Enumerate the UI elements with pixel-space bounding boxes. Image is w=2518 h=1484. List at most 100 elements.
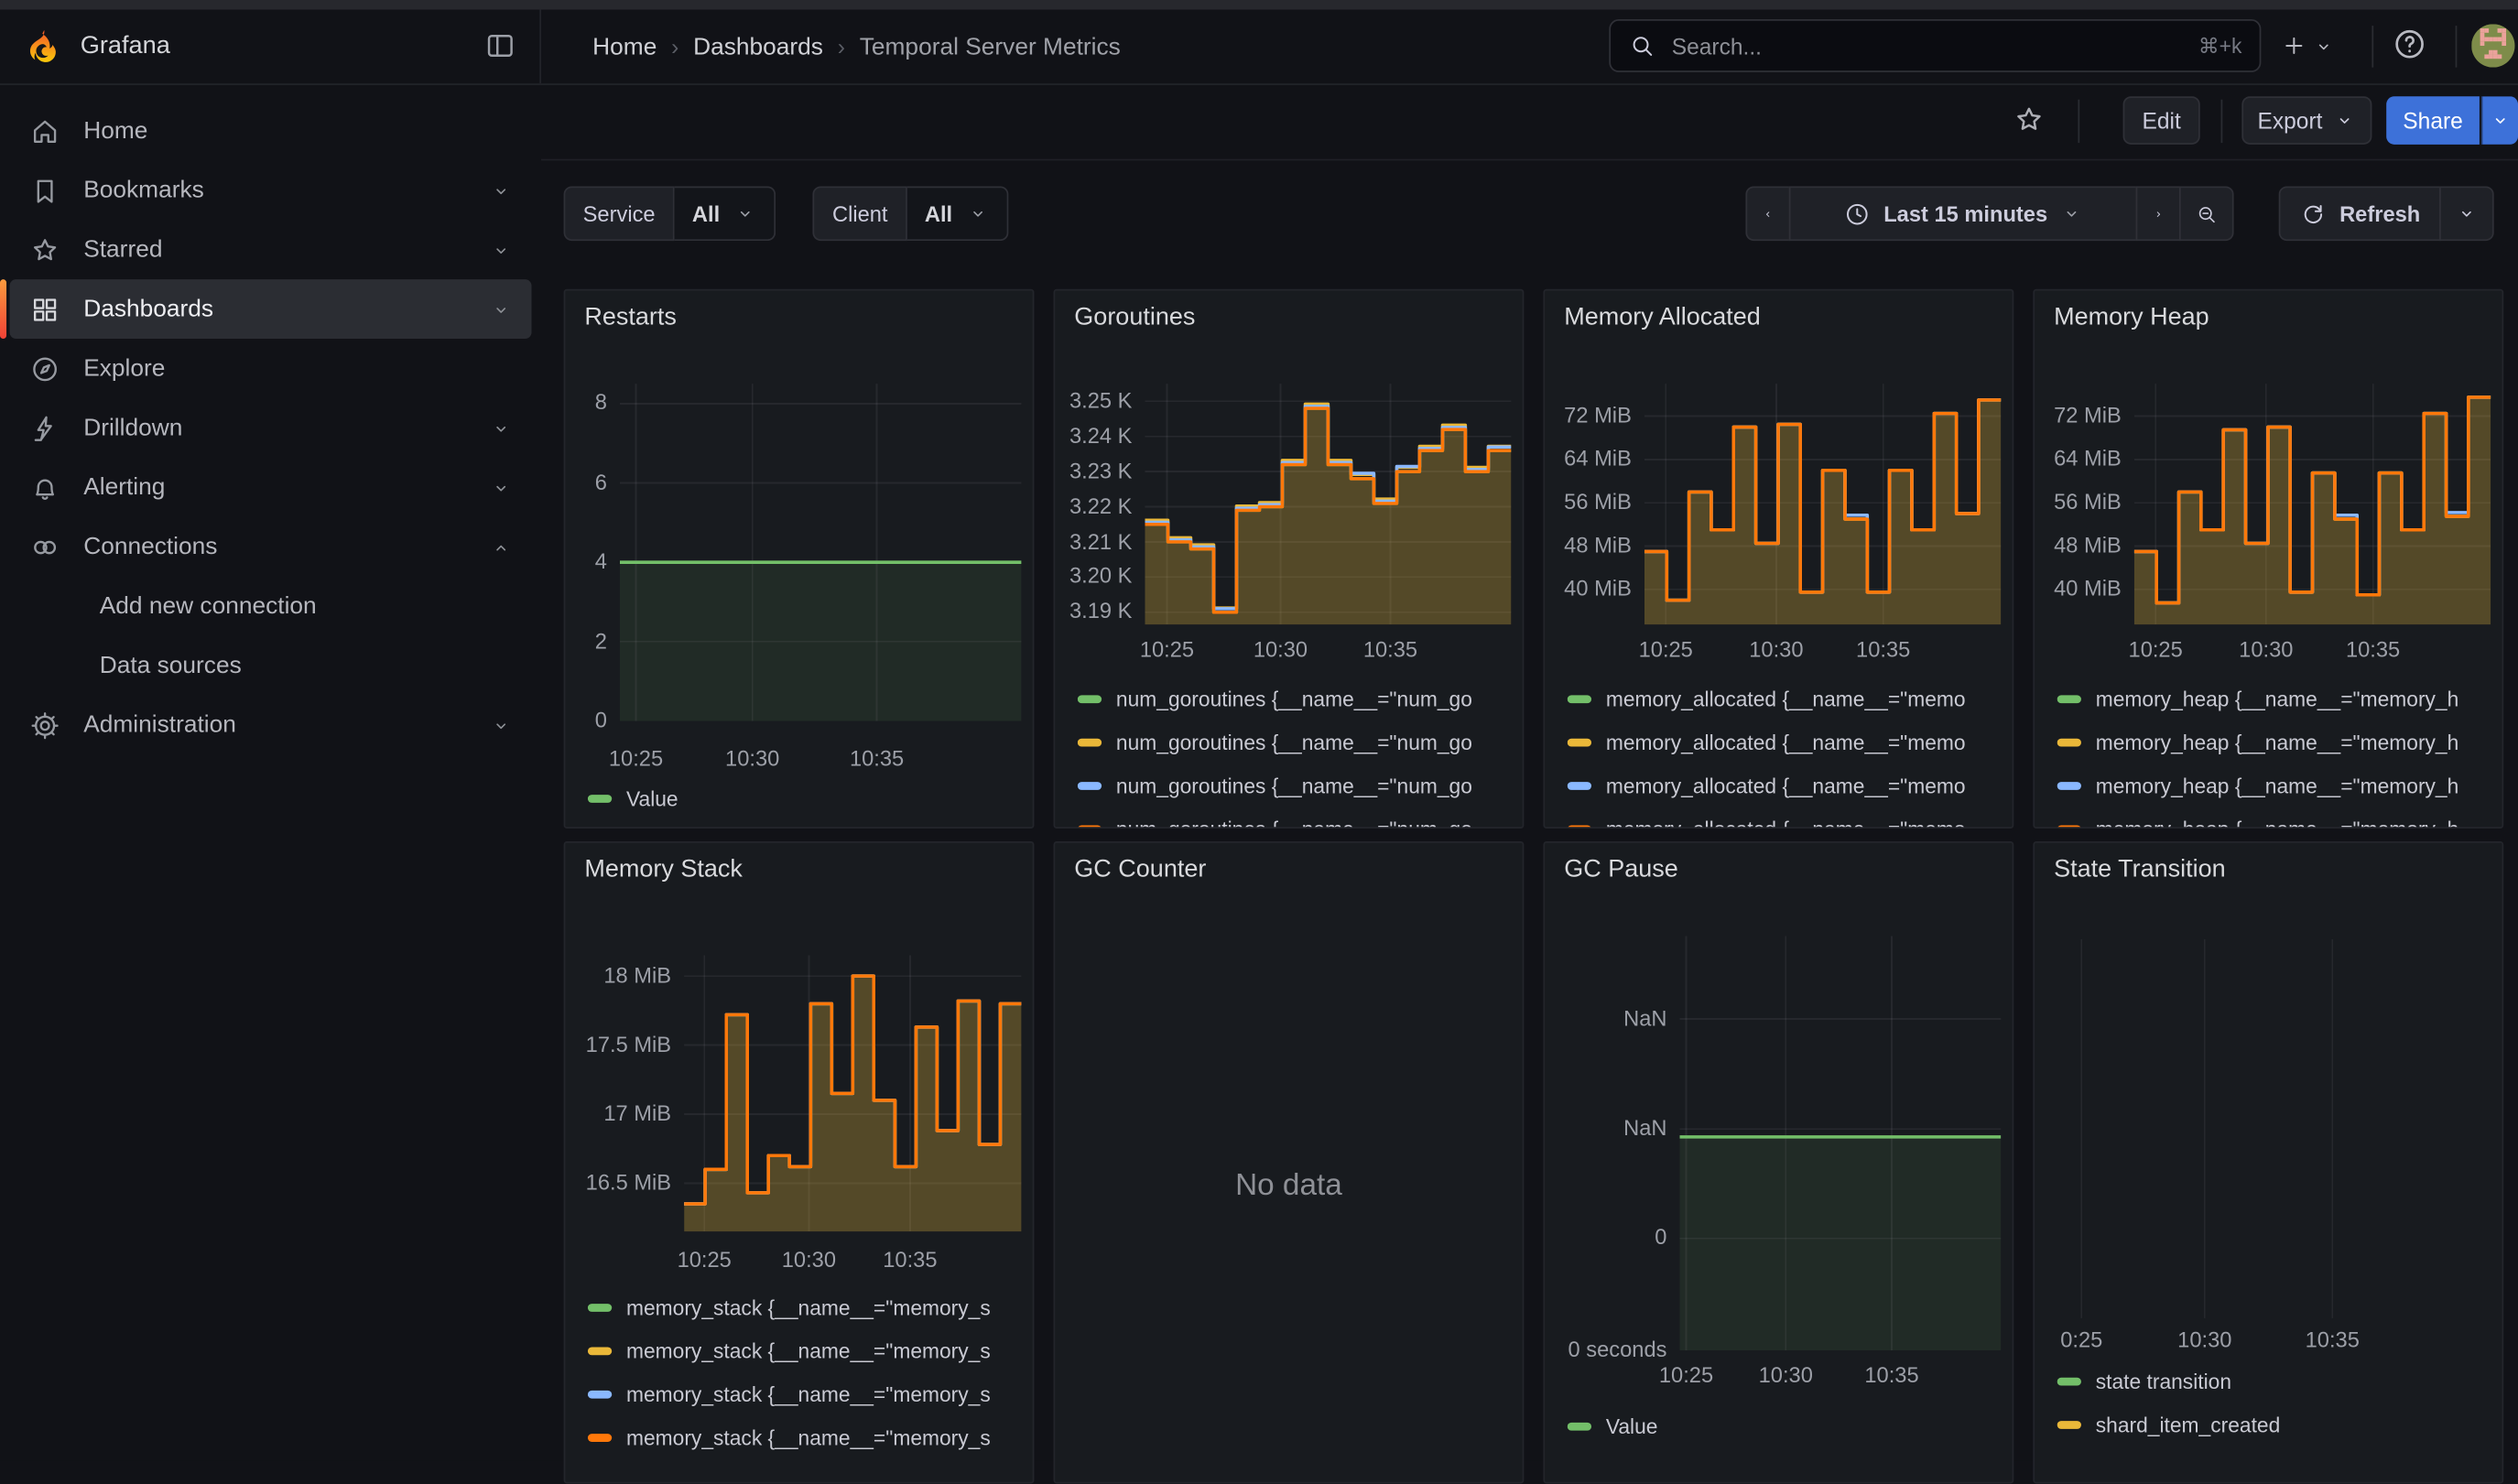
legend-label: memory_allocated {__name__="memo xyxy=(1606,688,1966,711)
breadcrumb: Home›Dashboards›Temporal Server Metrics xyxy=(592,10,1121,84)
legend-item[interactable]: memory_stack {__name__="memory_s xyxy=(588,1382,991,1406)
legend-item[interactable]: memory_allocated {__name__="memo xyxy=(1568,774,1966,797)
x-axis-tick: 10:30 xyxy=(2239,637,2293,661)
panel-left-icon[interactable] xyxy=(483,29,517,63)
sidebar-item-administration[interactable]: Administration xyxy=(10,695,532,754)
refresh-controls: Refresh xyxy=(2279,186,2494,241)
search-box[interactable]: ⌘+k xyxy=(1609,19,2261,72)
panel-title[interactable]: Goroutines xyxy=(1074,303,1195,332)
sidebar-item-home[interactable]: Home xyxy=(10,101,532,160)
chevron-down-icon[interactable] xyxy=(490,417,513,439)
legend-item[interactable]: memory_heap {__name__="memory_h xyxy=(2057,774,2459,797)
sidebar-item-label: Starred xyxy=(83,236,490,264)
legend-item[interactable]: memory_heap {__name__="memory_h xyxy=(2057,818,2459,829)
favorite-star-icon[interactable] xyxy=(2013,103,2046,136)
legend-item[interactable]: memory_allocated {__name__="memo xyxy=(1568,688,1966,711)
chevron-down-icon[interactable] xyxy=(490,714,513,737)
refresh-interval-dropdown[interactable] xyxy=(2439,186,2494,241)
legend-label: shard_item_created xyxy=(2096,1413,2281,1436)
sidebar-item-explore[interactable]: Explore xyxy=(10,339,532,398)
legend-item[interactable]: memory_stack {__name__="memory_s xyxy=(588,1339,991,1363)
chart-plot-restarts[interactable] xyxy=(620,384,1021,720)
share-dropdown-button[interactable] xyxy=(2481,96,2518,145)
legend-item[interactable]: Value xyxy=(1568,1414,1658,1438)
legend-swatch xyxy=(2057,826,2081,829)
no-data-message: No data xyxy=(1055,1169,1522,1205)
chart-plot-gc-pause[interactable] xyxy=(1680,936,2002,1349)
panel-title[interactable]: Memory Stack xyxy=(584,856,743,885)
breadcrumb-item[interactable]: Dashboards xyxy=(693,33,823,60)
legend-item[interactable]: memory_heap {__name__="memory_h xyxy=(2057,731,2459,754)
legend-swatch xyxy=(588,1348,612,1355)
avatar[interactable] xyxy=(2471,24,2514,67)
legend-swatch xyxy=(1568,1423,1591,1430)
x-axis-tick: 10:25 xyxy=(1659,1363,1713,1387)
sidebar-item-alerting[interactable]: Alerting xyxy=(10,458,532,517)
chevron-down-icon xyxy=(2060,202,2083,225)
y-axis-tick: 6 xyxy=(571,471,607,494)
share-button[interactable]: Share xyxy=(2386,96,2480,145)
breadcrumb-separator: › xyxy=(838,34,845,60)
refresh-label: Refresh xyxy=(2339,201,2420,225)
legend-item[interactable]: state transition xyxy=(2057,1370,2231,1393)
zoom-out-icon[interactable] xyxy=(2179,186,2234,241)
chevron-down-icon[interactable] xyxy=(490,298,513,320)
sidebar-item-data-sources[interactable]: Data sources xyxy=(10,636,532,696)
x-axis-tick: 10:35 xyxy=(1856,637,1910,661)
chevron-down-icon[interactable] xyxy=(490,238,513,261)
legend-item[interactable]: memory_allocated {__name__="memo xyxy=(1568,731,1966,754)
chevron-up-icon[interactable] xyxy=(490,536,513,558)
export-button[interactable]: Export xyxy=(2241,96,2371,145)
apps-icon xyxy=(29,293,61,325)
chart-plot-memory-allocated[interactable] xyxy=(1644,384,2001,624)
chart-plot-memory-heap[interactable] xyxy=(2134,384,2491,624)
time-forward-button[interactable] xyxy=(2136,186,2181,241)
chevron-down-icon[interactable] xyxy=(490,476,513,499)
y-axis-tick: 3.24 K xyxy=(1061,424,1132,448)
legend-item[interactable]: Value xyxy=(588,786,678,810)
header-divider xyxy=(2456,26,2458,68)
time-range-picker[interactable]: Last 15 minutes xyxy=(1789,186,2138,241)
panel-title[interactable]: GC Pause xyxy=(1564,856,1678,885)
time-back-button[interactable] xyxy=(1745,186,1790,241)
legend-item[interactable]: memory_heap {__name__="memory_h xyxy=(2057,688,2459,711)
legend-item[interactable]: shard_item_created xyxy=(2057,1413,2281,1436)
sidebar-item-starred[interactable]: Starred xyxy=(10,220,532,279)
chart-plot-state-transition[interactable] xyxy=(2051,939,2491,1318)
legend-label: memory_stack {__name__="memory_s xyxy=(626,1339,991,1363)
legend-item[interactable]: memory_allocated {__name__="memo xyxy=(1568,818,1966,829)
panel-gc-counter: GC Counter No data xyxy=(1054,841,1525,1484)
panel-title[interactable]: Restarts xyxy=(584,303,677,332)
y-axis-tick: 17.5 MiB xyxy=(571,1033,671,1056)
search-input[interactable] xyxy=(1668,31,2186,60)
refresh-icon xyxy=(2299,200,2327,227)
add-button[interactable] xyxy=(2271,19,2345,72)
sidebar-item-dashboards[interactable]: Dashboards xyxy=(10,279,532,339)
legend-item[interactable]: num_goroutines {__name__="num_go xyxy=(1078,818,1472,829)
help-icon[interactable] xyxy=(2391,26,2427,62)
legend-item[interactable]: num_goroutines {__name__="num_go xyxy=(1078,688,1472,711)
legend-label: memory_stack {__name__="memory_s xyxy=(626,1382,991,1406)
sidebar-item-drilldown[interactable]: Drilldown xyxy=(10,398,532,458)
sidebar-item-add-new-connection[interactable]: Add new connection xyxy=(10,577,532,636)
panel-title[interactable]: Memory Allocated xyxy=(1564,303,1761,332)
refresh-button[interactable]: Refresh xyxy=(2279,186,2441,241)
edit-button[interactable]: Edit xyxy=(2123,96,2200,145)
sidebar-item-bookmarks[interactable]: Bookmarks xyxy=(10,160,532,220)
chart-plot-memory-stack[interactable] xyxy=(684,956,1021,1232)
panel-title[interactable]: State Transition xyxy=(2054,856,2226,885)
breadcrumb-item[interactable]: Home xyxy=(592,33,657,60)
legend-item[interactable]: num_goroutines {__name__="num_go xyxy=(1078,774,1472,797)
legend-item[interactable]: memory_stack {__name__="memory_s xyxy=(588,1425,991,1449)
filter-value-dropdown[interactable]: All xyxy=(675,186,776,241)
chart-plot-goroutines[interactable] xyxy=(1145,384,1511,624)
sidebar-item-connections[interactable]: Connections xyxy=(10,517,532,577)
y-axis-tick: 72 MiB xyxy=(2041,404,2122,428)
panel-title[interactable]: GC Counter xyxy=(1074,856,1206,885)
chevron-down-icon[interactable] xyxy=(490,179,513,202)
legend-item[interactable]: num_goroutines {__name__="num_go xyxy=(1078,731,1472,754)
filter-value-dropdown[interactable]: All xyxy=(907,186,1009,241)
legend-item[interactable]: memory_stack {__name__="memory_s xyxy=(588,1295,991,1319)
panel-title[interactable]: Memory Heap xyxy=(2054,303,2209,332)
grafana-logo-icon[interactable] xyxy=(21,25,64,68)
